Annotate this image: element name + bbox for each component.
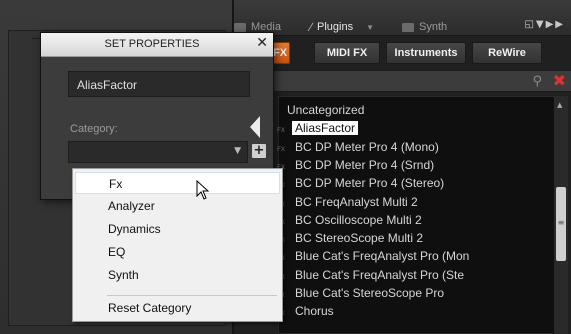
list-item[interactable]: FXChorus — [275, 302, 334, 320]
clear-search-icon[interactable]: ✖ — [553, 71, 566, 90]
list-item[interactable]: FXBC StereoScope Multi 2 — [275, 229, 423, 247]
menu-divider — [107, 295, 277, 296]
list-item[interactable]: FXBlue Cat's FreqAnalyst Pro (Mon — [275, 247, 469, 265]
vertical-scrollbar[interactable]: ▲ ≡ — [553, 97, 567, 334]
search-input[interactable]: ⚲ ✖ — [270, 70, 571, 92]
tab-synth[interactable]: Synth — [402, 18, 447, 36]
list-item-label: Blue Cat's FreqAnalyst Pro (Ste — [295, 267, 465, 282]
grip-icon: ≡ — [557, 218, 565, 227]
list-item-label: AliasFactor — [292, 121, 359, 136]
fx-plugin-icon: FX — [277, 128, 285, 135]
menu-item-fx[interactable]: Fx — [75, 172, 280, 194]
dialog-pointer-arrow — [250, 116, 260, 138]
list-item[interactable]: FXBC Oscilloscope Multi 2 — [275, 211, 422, 229]
mouse-cursor-icon — [196, 180, 210, 200]
list-category[interactable]: Uncategorized — [287, 101, 364, 119]
tab-synth-label: Synth — [419, 21, 448, 33]
menu-item-reset-category[interactable]: Reset Category — [75, 297, 280, 319]
scroll-thumb[interactable]: ≡ — [556, 187, 566, 261]
plug-icon: ∕ — [310, 20, 313, 34]
menu-item-dynamics[interactable]: Dynamics — [75, 218, 280, 240]
rewire-category-button[interactable]: ReWire — [472, 42, 542, 64]
list-item-label: BC DP Meter Pro 4 (Mono) — [295, 139, 439, 154]
category-button-bar: FX MIDI FX Instruments ReWire — [234, 42, 571, 66]
list-item-label: BC FreqAnalyst Multi 2 — [295, 194, 418, 209]
add-category-button[interactable]: + — [252, 144, 266, 158]
dialog-header: SET PROPERTIES ✕ — [41, 33, 273, 57]
instruments-category-button[interactable]: Instruments — [386, 42, 466, 64]
list-item-label: BC DP Meter Pro 4 (Srnd) — [295, 157, 435, 172]
browser-options-icon[interactable]: ◱▼▶▶ — [524, 19, 565, 30]
list-item[interactable]: FXBlue Cat's StereoScope Pro — [275, 284, 444, 302]
list-item[interactable]: FXBC DP Meter Pro 4 (Srnd) — [275, 156, 434, 174]
chevron-down-icon[interactable]: ▼ — [234, 146, 241, 156]
close-icon[interactable]: ✕ — [256, 35, 268, 51]
category-select[interactable]: ▼ — [68, 141, 248, 163]
fx-plugin-icon: FX — [277, 146, 285, 153]
list-item[interactable]: FXBC FreqAnalyst Multi 2 — [275, 193, 418, 211]
list-item-label: Uncategorized — [287, 103, 365, 117]
search-icon[interactable]: ⚲ — [532, 74, 542, 89]
menu-item-eq[interactable]: EQ — [75, 241, 280, 263]
list-item-label: Blue Cat's StereoScope Pro — [295, 286, 445, 300]
list-item-label: Chorus — [295, 304, 334, 319]
dialog-title: SET PROPERTIES — [104, 38, 200, 50]
menu-item-analyzer[interactable]: Analyzer — [75, 195, 280, 217]
tab-plugins-label: Plugins — [317, 21, 354, 33]
keyboard-icon — [402, 22, 414, 32]
category-label: Category: — [70, 123, 118, 135]
list-item-label: BC DP Meter Pro 4 (Stereo) — [295, 176, 445, 191]
list-item-label: Blue Cat's FreqAnalyst Pro (Mon — [295, 249, 470, 264]
list-item[interactable]: FXBlue Cat's FreqAnalyst Pro (Ste — [275, 266, 464, 284]
menu-item-synth[interactable]: Synth — [75, 264, 280, 286]
list-item-label: BC StereoScope Multi 2 — [295, 231, 424, 246]
scroll-up-icon[interactable]: ▲ — [557, 101, 562, 109]
name-field[interactable]: AliasFactor — [68, 71, 250, 97]
media-icon — [234, 22, 246, 32]
plugin-list: ▲ ≡ Uncategorized FX AliasFactor FX BC DP Me… — [275, 96, 568, 334]
tab-plugins[interactable]: ∕ Plugins ▼ — [310, 18, 374, 36]
category-dropdown-menu: Fx Analyzer Dynamics EQ Synth Reset Cate… — [72, 168, 283, 322]
list-item-label: BC Oscilloscope Multi 2 — [295, 212, 422, 227]
browser-tab-bar: Media ∕ Plugins ▼ Synth ◱▼▶▶ — [234, 0, 571, 36]
list-item[interactable]: FXBC DP Meter Pro 4 (Stereo) — [275, 174, 444, 192]
midi-fx-category-button[interactable]: MIDI FX — [314, 42, 380, 64]
list-item[interactable]: FX BC DP Meter Pro 4 (Mono) — [275, 138, 439, 156]
chevron-down-icon[interactable]: ▼ — [366, 23, 374, 32]
list-item[interactable]: FX AliasFactor — [275, 119, 359, 137]
